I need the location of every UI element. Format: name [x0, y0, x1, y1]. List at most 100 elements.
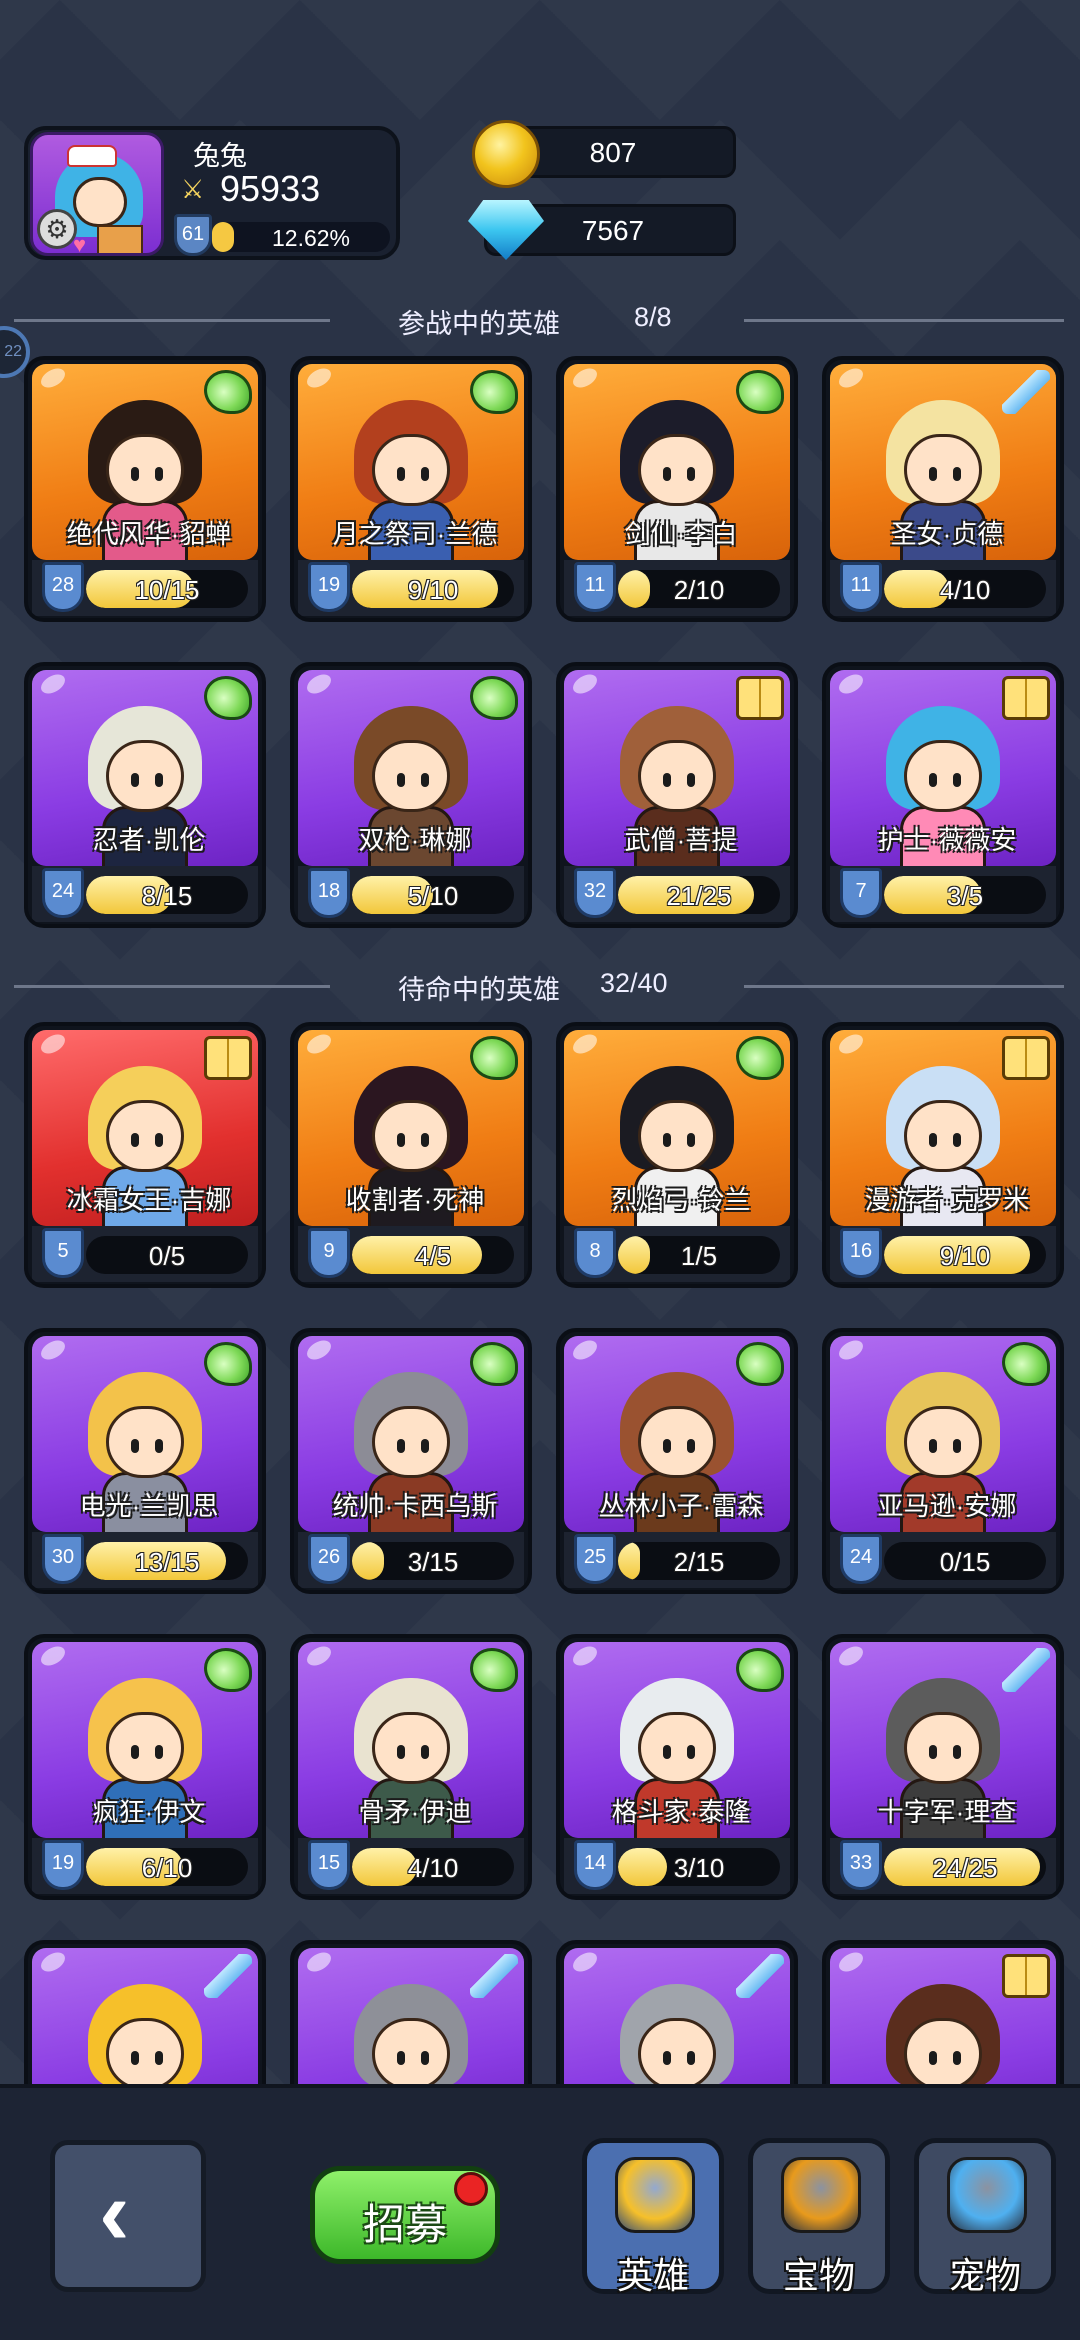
- player-avatar[interactable]: ♥ ⚙: [30, 132, 164, 256]
- hero-card[interactable]: 护士·薇薇安 7 3/5: [822, 662, 1064, 928]
- hero-card[interactable]: 统帅·卡西乌斯 26 3/15: [290, 1328, 532, 1594]
- settings-gear-icon[interactable]: ⚙: [37, 209, 77, 249]
- hero-portrait: 绝代风华·貂蝉: [32, 364, 258, 560]
- hero-card[interactable]: 剑仙·李白 11 2/10: [556, 356, 798, 622]
- hero-card[interactable]: 武僧·菩提 32 21/25: [556, 662, 798, 928]
- hero-portrait: 护士·薇薇安: [830, 670, 1056, 866]
- gold-coin-icon: [472, 120, 540, 188]
- hero-level-badge: 30: [42, 1534, 84, 1584]
- card-shine: [37, 364, 69, 392]
- hero-level: 8: [589, 1240, 601, 1262]
- hero-shard-bar: 9/10: [352, 570, 514, 608]
- hero-card[interactable]: 双枪·琳娜 18 5/10: [290, 662, 532, 928]
- book-icon: [204, 1036, 252, 1080]
- hero-card[interactable]: 丛林小子·雷森 25 2/15: [556, 1328, 798, 1594]
- hero-level-badge: 32: [574, 868, 616, 918]
- tab-pets[interactable]: 宠物: [914, 2138, 1056, 2296]
- hero-card[interactable]: 绝代风华·貂蝉 28 10/15: [24, 356, 266, 622]
- wing-icon: [470, 676, 518, 720]
- hero-card[interactable]: 烈焰弓·铃兰 8 1/5: [556, 1022, 798, 1288]
- wing-icon: [470, 1648, 518, 1692]
- wing-icon: [204, 1648, 252, 1692]
- hero-name: 忍者·凯伦: [92, 825, 206, 855]
- hero-shard-count: 4/10: [939, 575, 991, 605]
- card-shine: [835, 364, 867, 392]
- hero-shard-count: 0/5: [148, 1241, 186, 1271]
- sword-icon: [470, 1954, 518, 1998]
- hero-card[interactable]: 亚马逊·安娜 24 0/15: [822, 1328, 1064, 1594]
- tab-heroes-label: 英雄: [616, 2255, 689, 2296]
- hero-face: [904, 1100, 982, 1172]
- hero-shard-count: 10/15: [134, 575, 200, 605]
- hero-eye: [663, 1745, 671, 1759]
- hero-shard-bar: 9/10: [884, 1236, 1046, 1274]
- hero-eye: [421, 1745, 429, 1759]
- hero-card-footer: 8 1/5: [564, 1226, 790, 1282]
- hero-card[interactable]: 十字军·理查 33 24/25: [822, 1634, 1064, 1900]
- back-button[interactable]: ‹: [50, 2140, 206, 2292]
- hero-card[interactable]: 格斗家·泰隆 14 3/10: [556, 1634, 798, 1900]
- hero-level: 28: [51, 574, 75, 596]
- player-power: 95933: [220, 168, 321, 209]
- wing-icon: [736, 1036, 784, 1080]
- hero-card[interactable]: 圣女·贞德 11 4/10: [822, 356, 1064, 622]
- hero-card[interactable]: 漫游者·克罗米 16 9/10: [822, 1022, 1064, 1288]
- hero-shard-bar: 3/10: [618, 1848, 780, 1886]
- hero-name: 月之祭司·兰德: [332, 519, 498, 549]
- hero-level-badge: 15: [308, 1840, 350, 1890]
- hero-card-footer: 5 0/5: [32, 1226, 258, 1282]
- hero-name: 丛林小子·雷森: [598, 1491, 764, 1521]
- hero-card[interactable]: 冰霜女王·吉娜 5 0/5: [24, 1022, 266, 1288]
- card-shine: [303, 1948, 335, 1976]
- player-level: 61: [181, 223, 205, 245]
- card-shine: [303, 1336, 335, 1364]
- hero-shard-bar: 24/25: [884, 1848, 1046, 1886]
- hero-level: 16: [849, 1240, 873, 1262]
- hero-shard-count: 0/15: [939, 1547, 991, 1577]
- hero-card[interactable]: 电光·兰凯思 30 13/15: [24, 1328, 266, 1594]
- hero-level-badge: 11: [840, 562, 882, 612]
- card-shine: [303, 670, 335, 698]
- hero-card[interactable]: 疯狂·伊文 19 6/10: [24, 1634, 266, 1900]
- hero-shard-count: 8/15: [141, 881, 193, 911]
- hero-level: 5: [57, 1240, 69, 1262]
- sword-icon: [204, 1954, 252, 1998]
- divider-line-left: [14, 319, 330, 322]
- hero-level: 18: [317, 880, 341, 902]
- hero-face: [106, 1406, 184, 1478]
- hero-eye: [155, 1439, 163, 1453]
- hero-card[interactable]: 骨矛·伊迪 15 4/10: [290, 1634, 532, 1900]
- hero-name: 十字军·理查: [877, 1797, 1017, 1827]
- hero-level-badge: 33: [840, 1840, 882, 1890]
- divider-line-right: [744, 319, 1064, 322]
- hero-eye: [663, 1133, 671, 1147]
- hero-card[interactable]: 忍者·凯伦 24 8/15: [24, 662, 266, 928]
- hero-name: 绝代风华·貂蝉: [66, 519, 232, 549]
- hero-level-badge: 7: [840, 868, 882, 918]
- hero-level-badge: 24: [840, 1534, 882, 1584]
- hero-name: 疯狂·伊文: [92, 1797, 206, 1827]
- hero-eye: [929, 1745, 937, 1759]
- hero-name: 护士·薇薇安: [877, 825, 1017, 855]
- hero-eye: [929, 2051, 937, 2065]
- hero-level-badge: 28: [42, 562, 84, 612]
- hero-eye: [421, 467, 429, 481]
- hero-level: 25: [583, 1546, 607, 1568]
- hero-icon: [615, 2157, 695, 2233]
- card-shine: [569, 670, 601, 698]
- hero-card[interactable]: 月之祭司·兰德 19 9/10: [290, 356, 532, 622]
- hero-eye: [663, 1439, 671, 1453]
- tab-treasure[interactable]: 宝物: [748, 2138, 890, 2296]
- hero-name: 冰霜女王·吉娜: [66, 1185, 232, 1215]
- hero-card-footer: 25 2/15: [564, 1532, 790, 1588]
- hero-card[interactable]: 收割者·死神 9 4/5: [290, 1022, 532, 1288]
- hero-portrait: 武僧·菩提: [564, 670, 790, 866]
- hero-shard-bar: 6/10: [86, 1848, 248, 1886]
- hero-eye: [397, 1439, 405, 1453]
- card-shine: [37, 1948, 69, 1976]
- hero-card-footer: 33 24/25: [830, 1838, 1056, 1894]
- wing-icon: [1002, 1342, 1050, 1386]
- hero-level: 19: [51, 1852, 75, 1874]
- tab-heroes[interactable]: 英雄: [582, 2138, 724, 2296]
- player-profile-panel[interactable]: ♥ ⚙ 兔兔 ⚔ 95933 61 12.62%: [24, 126, 400, 260]
